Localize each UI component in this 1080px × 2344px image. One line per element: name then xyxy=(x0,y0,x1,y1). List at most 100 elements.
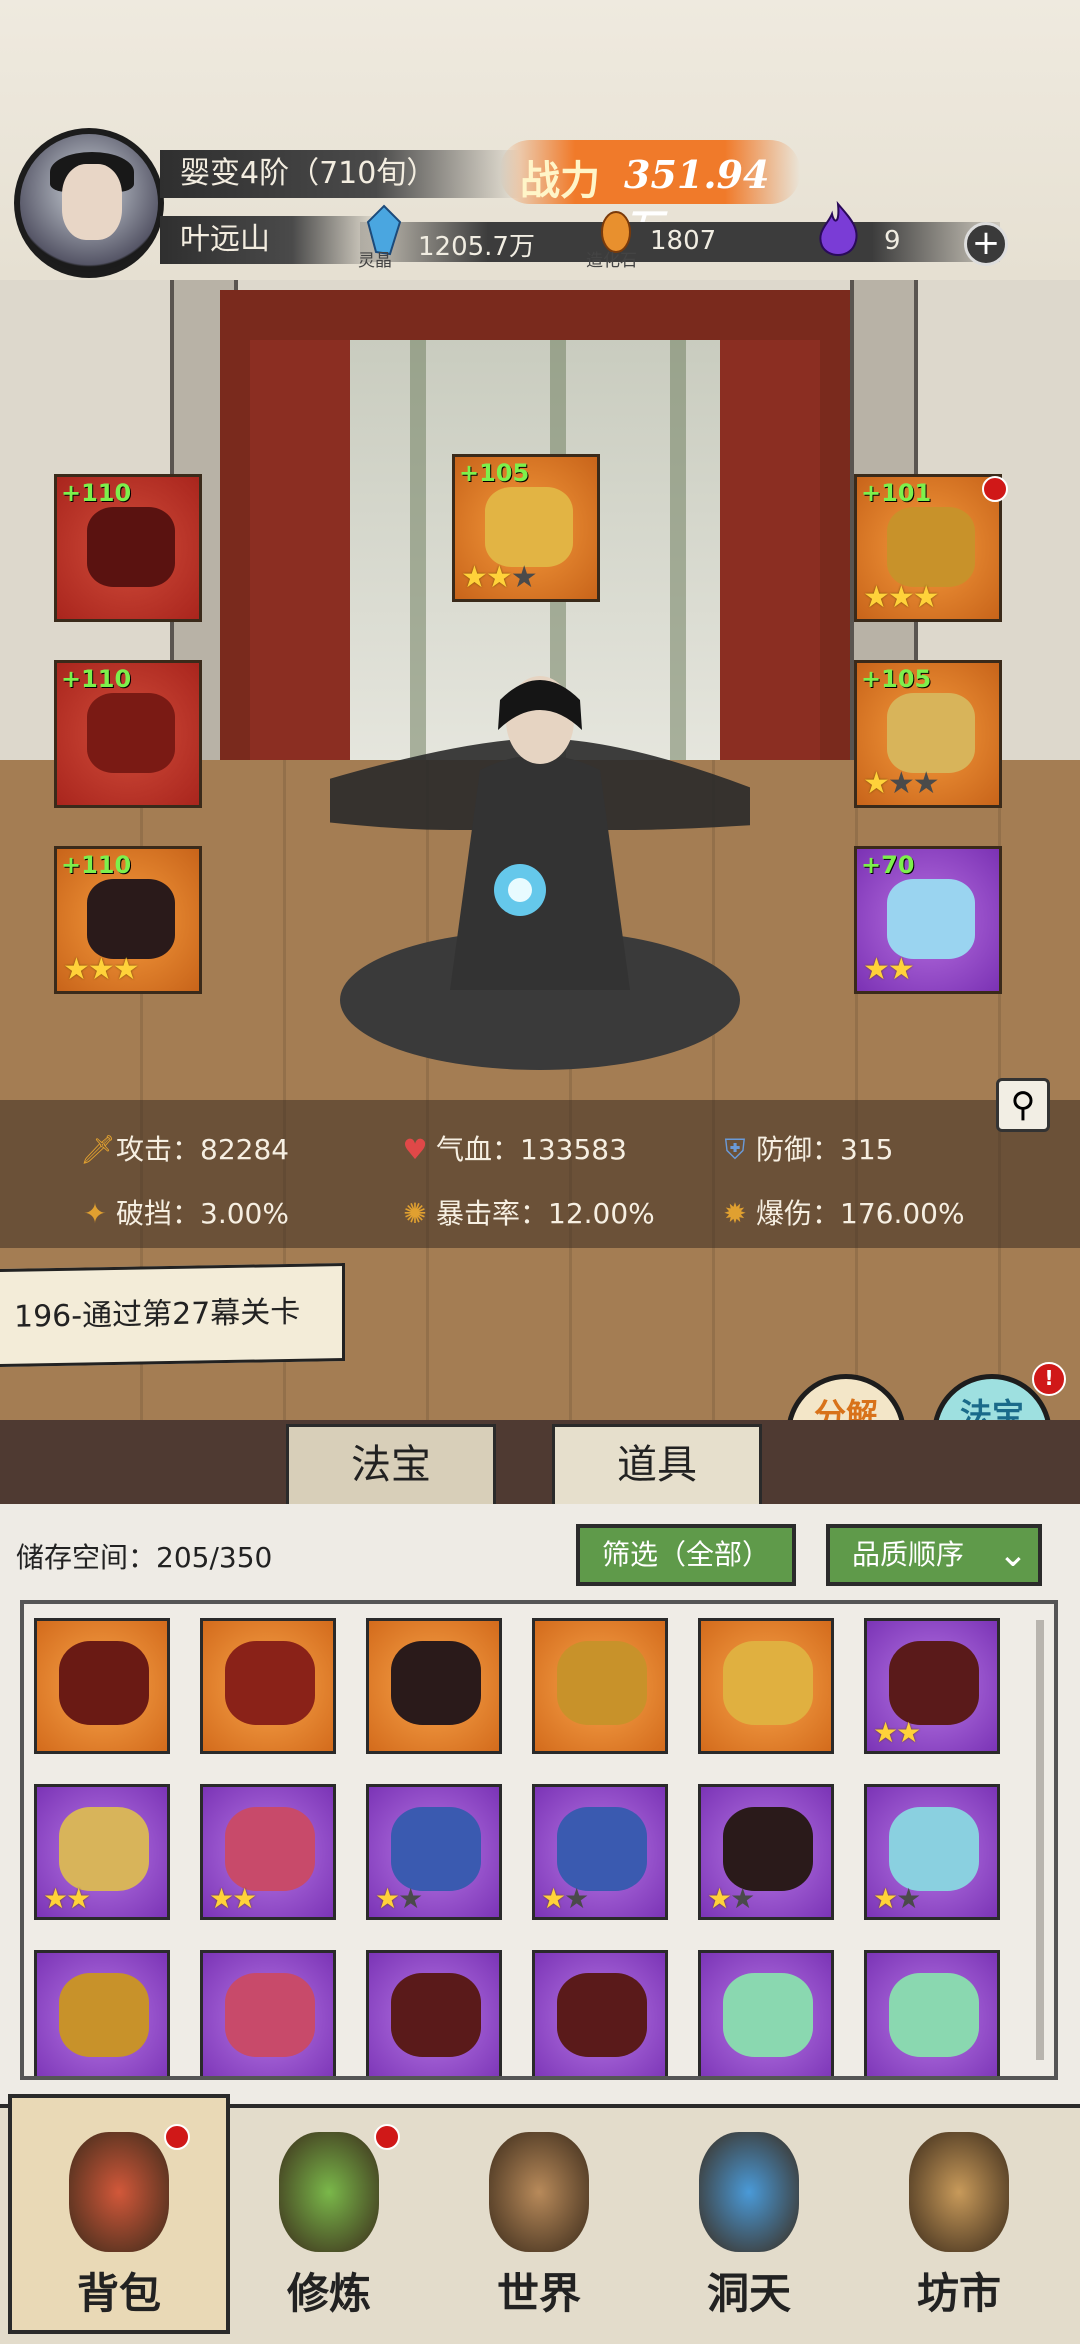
star-rating: ★★ xyxy=(375,1882,423,1915)
flame-value: 9 xyxy=(884,226,901,256)
nav-item-3[interactable]: 洞天 xyxy=(654,2104,844,2334)
nav-item-1[interactable]: 修炼 xyxy=(234,2104,424,2334)
inventory-item[interactable] xyxy=(34,1950,170,2076)
stat-attack-text: 攻击：82284 xyxy=(116,1133,290,1166)
lotus-icon xyxy=(279,2132,379,2252)
equip-slot-bracelet[interactable]: +70 ★★ xyxy=(854,846,1002,994)
item-art-icon xyxy=(723,1807,813,1891)
power-label: 战力 xyxy=(520,157,600,204)
market-icon xyxy=(909,2132,1009,2252)
item-art-icon xyxy=(557,1641,647,1725)
inventory-grid: ★★ ★★ ★★ ★★ ★★ ★★ ★★ xyxy=(20,1600,1058,2080)
nav-label: 修炼 xyxy=(286,2269,371,2318)
item-art-icon xyxy=(391,1807,481,1891)
stat-break-text: 破挡：3.00% xyxy=(116,1197,289,1230)
inventory-item[interactable] xyxy=(864,1950,1000,2076)
item-art-icon xyxy=(889,1973,979,2057)
search-icon: ⚲ xyxy=(1010,1085,1036,1125)
equip-slot-boots[interactable]: +110 ★★★ xyxy=(54,846,202,994)
avatar[interactable] xyxy=(14,128,164,278)
item-art-icon xyxy=(723,1973,813,2057)
slot-level: +105 xyxy=(459,459,530,487)
equip-slot-ring[interactable]: +101 ★★★ xyxy=(854,474,1002,622)
tab-treasure-label: 法宝 xyxy=(351,1442,431,1488)
stat-attack: 🗡攻击：82284 xyxy=(80,1128,289,1168)
tabs-bar xyxy=(0,1420,1080,1504)
star-rating: ★★★ xyxy=(461,560,538,595)
nav-item-4[interactable]: 坊市 xyxy=(864,2104,1054,2334)
inventory-item[interactable]: ★★ xyxy=(864,1784,1000,1920)
inventory-item[interactable] xyxy=(200,1618,336,1754)
equip-slot-weapon[interactable]: +110 xyxy=(54,474,202,622)
portal-icon xyxy=(699,2132,799,2252)
synthesize-alert-badge: ! xyxy=(1032,1362,1066,1396)
inventory-item[interactable] xyxy=(366,1950,502,2076)
crit-damage-icon: ✹ xyxy=(723,1197,747,1230)
power-banner: 战力 351.94万 xyxy=(500,140,800,250)
item-art-icon xyxy=(723,1641,813,1725)
inventory-item[interactable] xyxy=(698,1950,834,2076)
heart-icon: ♥ xyxy=(402,1133,428,1166)
inventory-item[interactable] xyxy=(532,1618,668,1754)
name-plate: 叶远山 xyxy=(160,216,380,264)
inventory-item[interactable]: ★★ xyxy=(698,1784,834,1920)
inventory-scrollbar[interactable] xyxy=(1036,1620,1044,2060)
tab-treasure[interactable]: 法宝 xyxy=(286,1424,496,1504)
star-rating: ★★★ xyxy=(863,580,940,615)
magnifier-button[interactable]: ⚲ xyxy=(996,1078,1050,1132)
item-art-icon xyxy=(391,1641,481,1725)
quest-text: 196-通过第27幕关卡 xyxy=(14,1294,301,1335)
item-art-icon xyxy=(59,1641,149,1725)
realm-plate: 婴变4阶（710旬） xyxy=(160,150,520,198)
stat-crit-dmg: ✹ 爆伤：176.00% xyxy=(720,1192,964,1232)
nav-label: 洞天 xyxy=(706,2269,791,2318)
inventory-item[interactable] xyxy=(366,1618,502,1754)
sword-icon: 🗡 xyxy=(80,1133,116,1166)
crit-icon: ✺ xyxy=(403,1197,427,1230)
slot-level: +110 xyxy=(61,665,132,693)
add-currency-button[interactable]: + xyxy=(964,222,1008,266)
slot-level: +110 xyxy=(61,479,132,507)
inventory-item[interactable]: ★★ xyxy=(200,1784,336,1920)
water-bracelet-icon xyxy=(887,879,975,959)
nav-notification-dot xyxy=(164,2124,190,2150)
inventory-item[interactable] xyxy=(698,1618,834,1754)
inventory-item[interactable] xyxy=(34,1618,170,1754)
stat-defense: ⛨ 防御：315 xyxy=(720,1128,893,1168)
star-rating: ★★ xyxy=(863,952,915,987)
inventory-item[interactable] xyxy=(532,1950,668,2076)
quest-banner[interactable]: 196-通过第27幕关卡 xyxy=(0,1262,345,1368)
cultivator-character xyxy=(230,660,830,1080)
equip-slot-helmet[interactable]: +110 xyxy=(54,660,202,808)
star-rating: ★★ xyxy=(873,1716,921,1749)
dagger-icon xyxy=(87,507,175,587)
storage-count: 储存空间：205/350 xyxy=(16,1541,273,1574)
nav-item-2[interactable]: 世界 xyxy=(444,2104,634,2334)
nav-notification-dot xyxy=(374,2124,400,2150)
inventory-item[interactable]: ★★ xyxy=(34,1784,170,1920)
slot-level: +105 xyxy=(861,665,932,693)
filter-button[interactable]: 筛选（全部） xyxy=(576,1524,796,1586)
sort-dropdown[interactable]: 品质顺序 ⌄ xyxy=(826,1524,1042,1586)
star-rating: ★★ xyxy=(209,1882,257,1915)
stat-crit-rate: ✺ 暴击率：12.00% xyxy=(400,1192,655,1232)
nav-item-0[interactable]: 背包 xyxy=(24,2104,214,2334)
star-rating: ★★ xyxy=(541,1882,589,1915)
star-rating: ★★ xyxy=(43,1882,91,1915)
inventory-item[interactable]: ★★ xyxy=(532,1784,668,1920)
nav-label: 世界 xyxy=(496,2269,581,2318)
stat-defense-text: 防御：315 xyxy=(756,1133,894,1166)
crown-ring-icon xyxy=(887,507,975,587)
inventory-item[interactable] xyxy=(200,1950,336,2076)
chevron-down-icon: ⌄ xyxy=(997,1534,1028,1575)
inventory-item[interactable]: ★★ xyxy=(366,1784,502,1920)
golden-cloud-icon xyxy=(485,487,573,567)
break-icon: ✦ xyxy=(83,1197,107,1230)
equip-slot-treasure[interactable]: +105 ★★★ xyxy=(452,454,600,602)
equip-slot-amulet[interactable]: +105 ★★★ xyxy=(854,660,1002,808)
scroll-map-icon xyxy=(489,2132,589,2252)
inventory-item[interactable]: ★★ xyxy=(864,1618,1000,1754)
crystal-label: 灵晶 xyxy=(358,251,392,271)
tab-items[interactable]: 道具 xyxy=(552,1424,762,1504)
shield-icon: ⛨ xyxy=(724,1133,746,1166)
